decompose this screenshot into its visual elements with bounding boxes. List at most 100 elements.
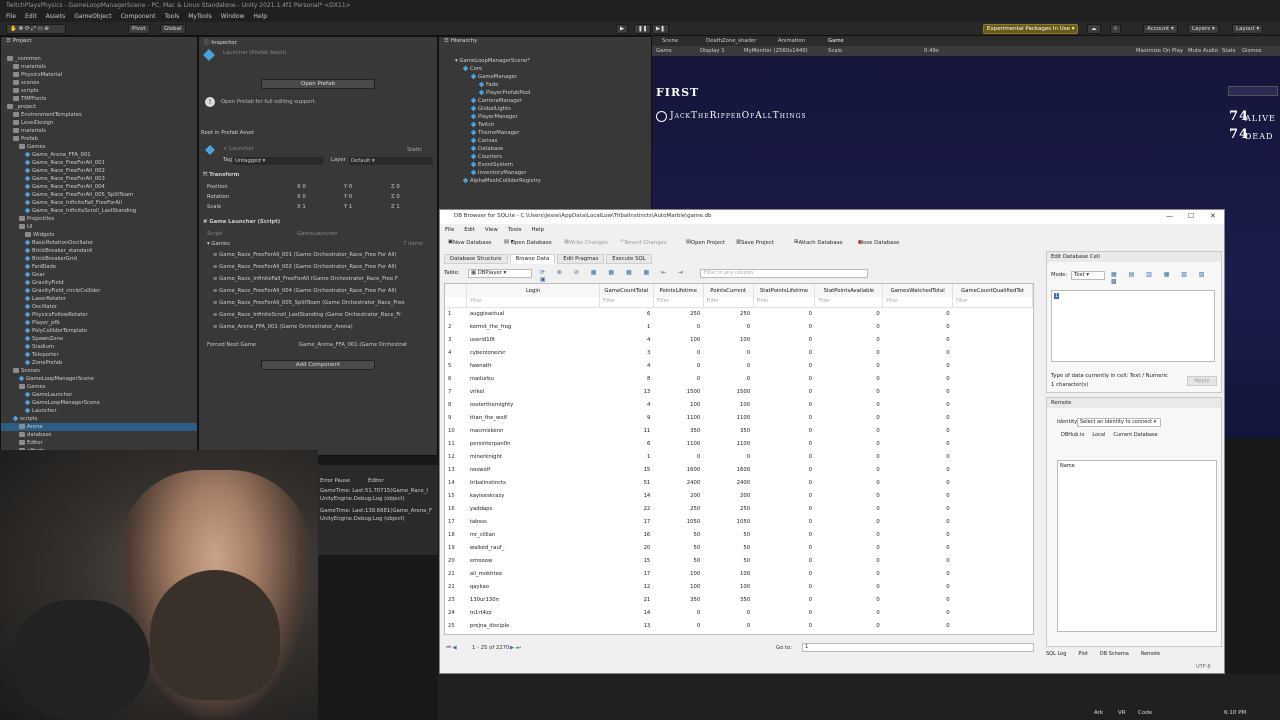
table-cell[interactable]: 1100	[703, 437, 753, 450]
table-cell[interactable]: 0	[753, 424, 815, 437]
hierarchy-item[interactable]: AlphaMeshColliderRegistry	[462, 177, 541, 185]
experimental-packages-badge[interactable]: Experimental Packages In Use ▾	[983, 24, 1079, 34]
tab-scene[interactable]: Scene	[662, 37, 678, 45]
project-item[interactable]: Teleporter	[1, 351, 197, 359]
project-item[interactable]: Game_Race_FreeForAll_005_SplitTeam	[1, 191, 197, 199]
project-item[interactable]: Game_Race_InfiniteFall_FreeForAll	[1, 199, 197, 207]
table-cell[interactable]: 0	[815, 580, 883, 593]
dock-tab-db-schema[interactable]: DB Schema	[1100, 651, 1129, 657]
table-row[interactable]: 1 auggieactual 6 250 250 0 0 0	[445, 307, 1033, 320]
remote-tab-current[interactable]: Current Database	[1113, 432, 1157, 438]
table-cell[interactable]: fawnath	[467, 359, 600, 372]
table-cell-empty[interactable]	[953, 333, 1033, 346]
table-cell-empty[interactable]	[953, 593, 1033, 606]
row-index[interactable]: 22	[445, 580, 467, 593]
table-cell[interactable]: 0	[883, 476, 953, 489]
display-dropdown[interactable]: Display 1	[700, 47, 725, 55]
project-item[interactable]: LaserRotator	[1, 295, 197, 303]
table-cell-empty[interactable]	[953, 619, 1033, 632]
table-cell[interactable]: 0	[883, 502, 953, 515]
table-cell[interactable]: 0	[883, 307, 953, 320]
table-cell[interactable]: userid10t	[467, 333, 600, 346]
hierarchy-item[interactable]: Counters	[470, 153, 502, 161]
table-cell[interactable]: cyberzonezvr	[467, 346, 600, 359]
table-cell[interactable]: 100	[703, 333, 753, 346]
table-cell[interactable]: 14	[599, 606, 653, 619]
remote-list[interactable]: Name	[1057, 460, 1217, 632]
table-cell[interactable]: 0	[753, 450, 815, 463]
table-cell[interactable]: 0	[815, 398, 883, 411]
hierarchy-item[interactable]: GlobalLights	[470, 105, 511, 113]
row-index[interactable]: 11	[445, 437, 467, 450]
table-cell[interactable]: 0	[883, 320, 953, 333]
position-x[interactable]: X 0	[297, 183, 306, 191]
table-cell[interactable]: 100	[703, 580, 753, 593]
table-cell[interactable]: yaddaps	[467, 502, 600, 515]
table-cell[interactable]: 1100	[703, 411, 753, 424]
table-cell[interactable]: 350	[653, 424, 703, 437]
table-cell[interactable]: 0	[883, 411, 953, 424]
tab-database-structure[interactable]: Database Structure	[444, 254, 508, 264]
account-dropdown[interactable]: Account ▾	[1143, 24, 1178, 34]
menu-tools[interactable]: Tools	[164, 13, 179, 20]
table-cell[interactable]: 14	[599, 489, 653, 502]
menu-edit[interactable]: Edit	[25, 13, 37, 20]
add-component-button[interactable]: Add Component	[261, 360, 375, 370]
rotation-x[interactable]: X 0	[297, 193, 306, 201]
table-cell-empty[interactable]	[953, 489, 1033, 502]
apply-button[interactable]: Apply	[1187, 376, 1217, 386]
table-cell[interactable]: qaykao	[467, 580, 600, 593]
table-cell[interactable]: 0	[653, 619, 703, 632]
table-cell[interactable]: 1	[599, 450, 653, 463]
table-row[interactable]: 17 tabsss 17 1050 1050 0 0 0	[445, 515, 1033, 528]
console-line-4[interactable]: UnityEngine.Debug:Log (object)	[320, 515, 405, 523]
tray-vr[interactable]: VR	[1118, 710, 1126, 716]
rotation-z[interactable]: Z 0	[391, 193, 400, 201]
hierarchy-item[interactable]: Canvas	[470, 137, 497, 145]
table-row[interactable]: 21 ali_mokhtee 17 100 100 0 0 0	[445, 567, 1033, 580]
project-item[interactable]: GameLauncher	[1, 391, 197, 399]
table-cell[interactable]: 1600	[703, 463, 753, 476]
row-index[interactable]: 3	[445, 333, 467, 346]
table-cell[interactable]: 0	[883, 372, 953, 385]
table-cell[interactable]: 0	[883, 567, 953, 580]
table-cell-empty[interactable]	[953, 385, 1033, 398]
close-icon[interactable]: ✕	[1210, 212, 1216, 220]
filter-pointscurrent[interactable]: Filter	[703, 297, 754, 308]
project-item[interactable]: Editor	[1, 439, 197, 447]
table-cell[interactable]: 0	[815, 307, 883, 320]
remote-tab-dbhub[interactable]: DBHub.io	[1061, 432, 1084, 438]
col-gamecounttotal[interactable]: GameCountTotal	[599, 284, 654, 297]
tray-code[interactable]: Code	[1138, 710, 1152, 716]
table-row[interactable]: 5 fawnath 4 0 0 0 0 0	[445, 359, 1033, 372]
table-cell[interactable]: auggieactual	[467, 307, 600, 320]
table-cell[interactable]: 0	[883, 463, 953, 476]
project-item[interactable]: Oscillator	[1, 303, 197, 311]
table-row[interactable]: 19 walked_rauf_ 20 50 50 0 0 0	[445, 541, 1033, 554]
table-cell[interactable]: 0	[653, 372, 703, 385]
table-cell[interactable]: 0	[703, 450, 753, 463]
table-cell[interactable]: 0	[703, 359, 753, 372]
search-icon[interactable]: ⌕	[1110, 24, 1122, 34]
table-cell[interactable]: 0	[753, 593, 815, 606]
hierarchy-item[interactable]: Twitch	[470, 121, 495, 129]
filter-any-column-input[interactable]: Filter in any column	[700, 269, 868, 278]
project-item[interactable]: Game_Race_FreeForAll_003	[1, 175, 197, 183]
table-cell-empty[interactable]	[953, 541, 1033, 554]
hierarchy-item[interactable]: GameManager	[470, 73, 517, 81]
table-cell[interactable]: 0	[653, 450, 703, 463]
project-item[interactable]: Game_Race_FreeForAll_004	[1, 183, 197, 191]
table-cell[interactable]: madurbu	[467, 372, 600, 385]
table-cell[interactable]: 50	[703, 528, 753, 541]
hierarchy-item[interactable]: Fade	[478, 81, 498, 89]
drag-handle-icon[interactable]: ≡	[213, 264, 217, 270]
table-cell-empty[interactable]	[953, 320, 1033, 333]
table-row[interactable]: 20 emooow 15 50 50 0 0 0	[445, 554, 1033, 567]
table-cell[interactable]: vrikel	[467, 385, 600, 398]
col-gamecountqualified[interactable]: GameCountQualifiedTot	[952, 284, 1033, 297]
save-project-button[interactable]: ▥ Save Project	[736, 239, 774, 246]
project-item[interactable]: UI	[1, 223, 197, 231]
table-cell[interactable]: 0	[753, 476, 815, 489]
table-row[interactable]: 25 prejna_disciple 13 0 0 0 0 0	[445, 619, 1033, 632]
table-cell[interactable]: 50	[703, 541, 753, 554]
